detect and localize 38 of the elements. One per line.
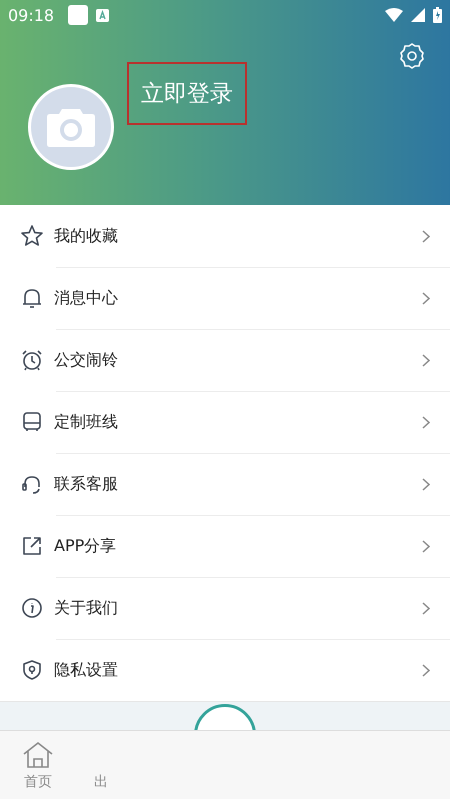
settings-icon[interactable] <box>398 42 426 70</box>
keyboard-icon <box>96 8 110 22</box>
bell-icon <box>20 286 44 310</box>
menu-item[interactable]: 公交闹铃 <box>0 329 450 391</box>
chevron-right-icon <box>422 230 430 242</box>
menu-label: 我的收藏 <box>54 226 119 246</box>
menu-label: 定制班线 <box>54 412 119 432</box>
menu-label: 联系客服 <box>54 474 119 494</box>
menu-item[interactable]: 联系客服 <box>0 453 450 515</box>
star-icon <box>20 224 44 248</box>
menu-label: 隐私设置 <box>54 660 119 680</box>
menu-label: 消息中心 <box>54 288 119 308</box>
menu-label: APP分享 <box>54 536 118 556</box>
battery-icon <box>433 7 442 23</box>
chevron-right-icon <box>422 292 430 304</box>
chevron-right-icon <box>422 540 430 552</box>
info-icon <box>20 596 44 620</box>
menu-item[interactable]: 我的收藏 <box>0 205 450 267</box>
menu-label: 公交闹铃 <box>54 350 119 370</box>
menu-label: 关于我们 <box>54 598 119 618</box>
bus-icon <box>20 410 44 434</box>
chevron-right-icon <box>422 416 430 428</box>
status-time: 09:18 <box>8 6 54 24</box>
share-icon <box>20 534 44 558</box>
alarm-icon <box>20 348 44 372</box>
chevron-right-icon <box>422 664 430 676</box>
home-icon <box>22 741 54 769</box>
menu-item[interactable]: APP分享 <box>0 515 450 577</box>
chevron-right-icon <box>422 602 430 614</box>
shield-icon <box>20 658 44 682</box>
menu-item[interactable]: 消息中心 <box>0 267 450 329</box>
chevron-right-icon <box>422 478 430 490</box>
menu-item[interactable]: 关于我们 <box>0 577 450 639</box>
menu-item[interactable]: 定制班线 <box>0 391 450 453</box>
wifi-icon <box>385 8 403 22</box>
signal-icon <box>411 8 425 22</box>
menu-item[interactable]: 隐私设置 <box>0 639 450 701</box>
chevron-right-icon <box>422 354 430 366</box>
